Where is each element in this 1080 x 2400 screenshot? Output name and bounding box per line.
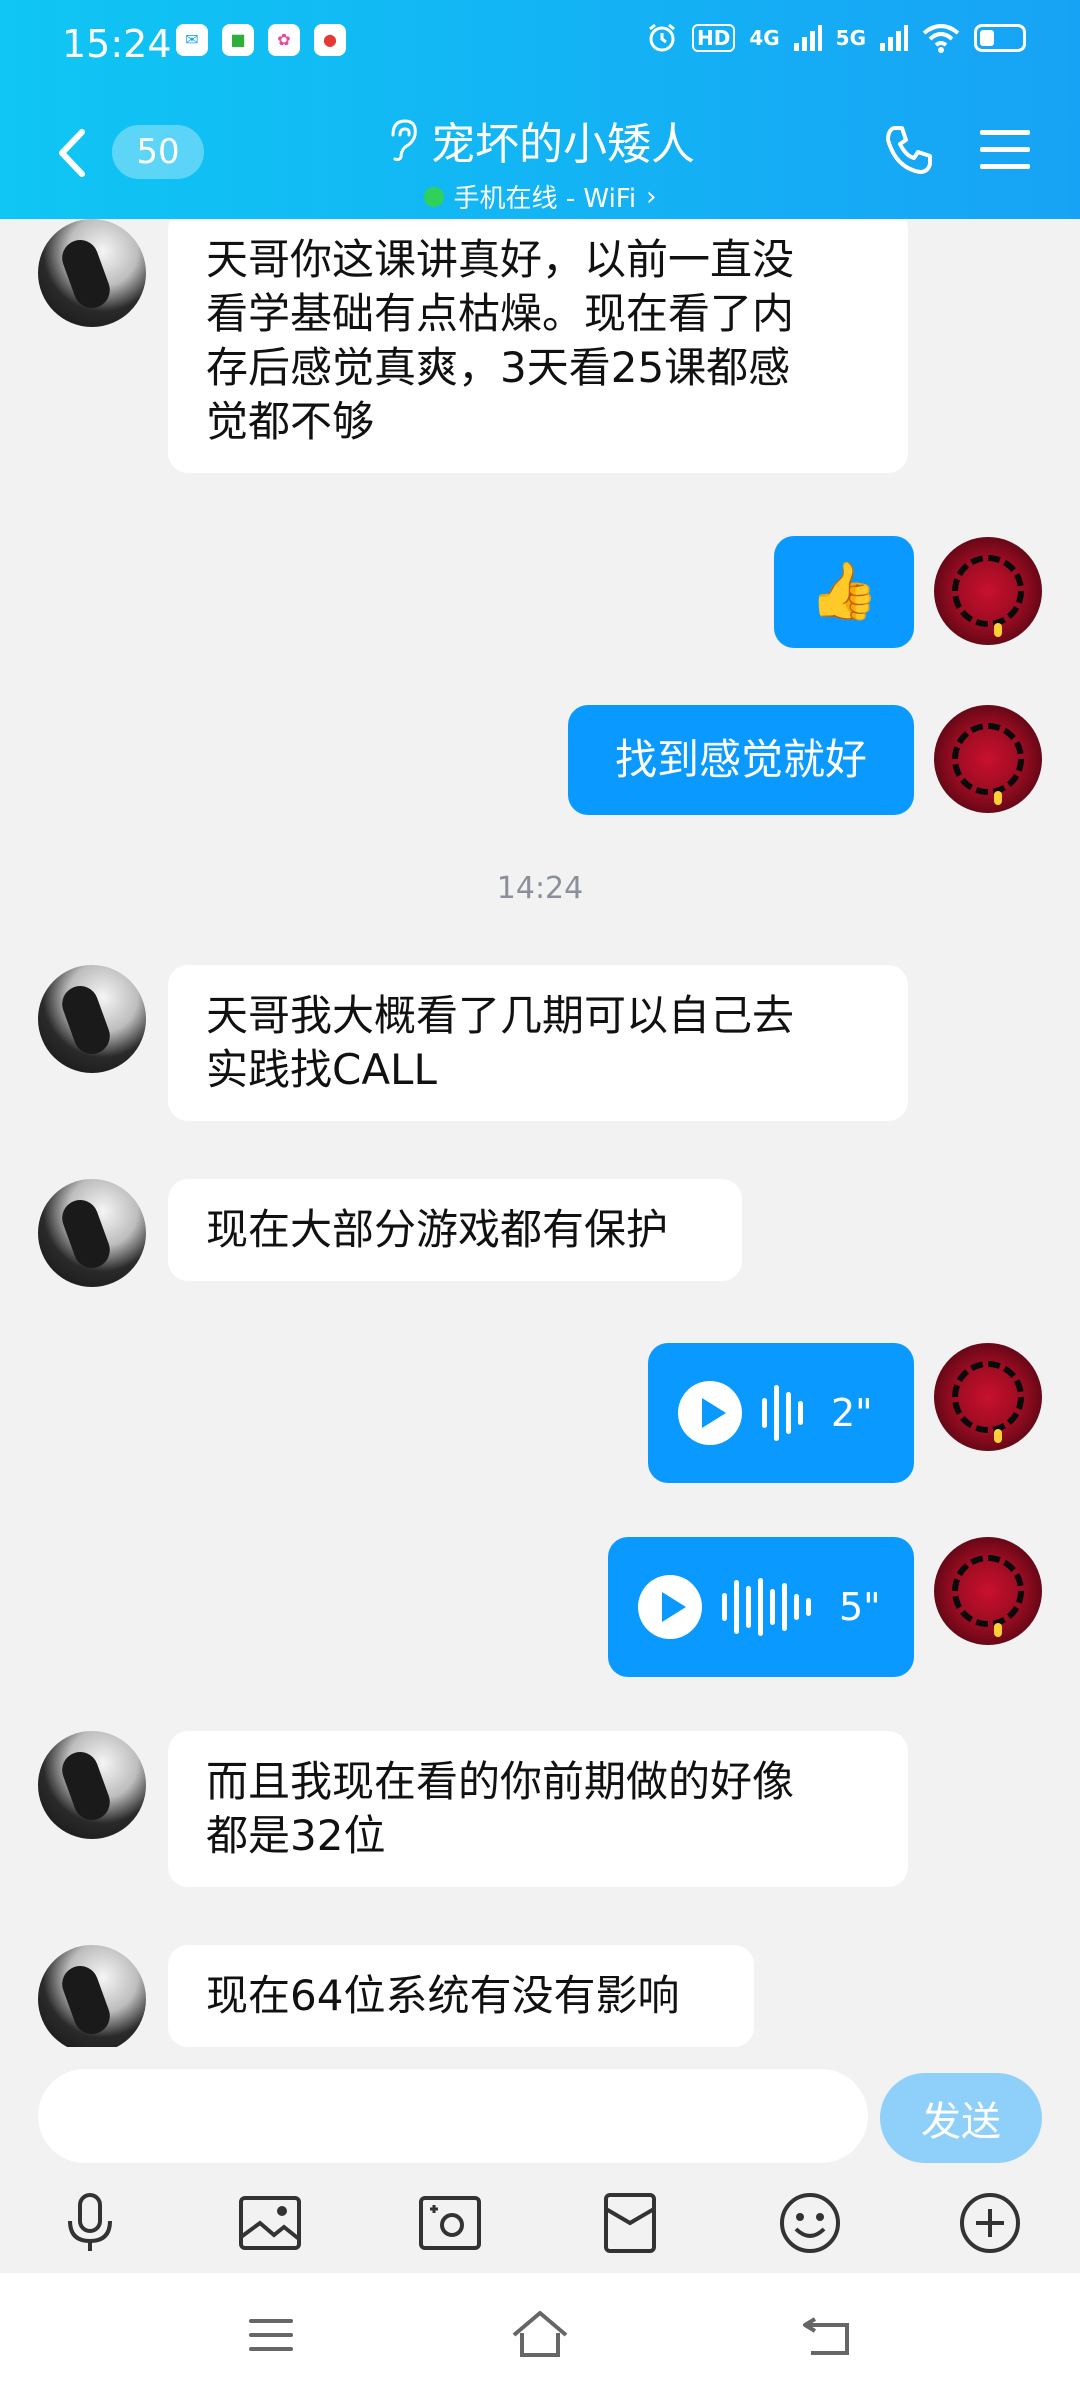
outgoing-emoji-bubble[interactable]: 👍 — [774, 536, 914, 648]
status-time: 15:24 — [62, 22, 172, 66]
photo-icon[interactable] — [230, 2183, 310, 2263]
message-line: 而且我现在看的你前期做的好像 — [206, 1757, 795, 1806]
system-icons: HD 4G 5G — [646, 22, 1026, 54]
alarm-icon — [649, 23, 675, 52]
my-avatar[interactable] — [934, 1343, 1042, 1451]
home-icon[interactable] — [505, 2303, 575, 2367]
plus-icon[interactable] — [950, 2183, 1030, 2263]
contact-name: 宠坏的小矮人 — [431, 119, 695, 170]
contact-avatar[interactable] — [38, 1731, 146, 1839]
online-indicator-dot — [423, 186, 444, 207]
contact-avatar[interactable] — [38, 219, 146, 327]
composer-toolbar — [0, 2183, 1080, 2263]
voice-message-bubble[interactable]: 2" — [648, 1343, 914, 1483]
chevron-right-icon: › — [646, 181, 657, 212]
title-row: 宠坏的小矮人 — [300, 108, 780, 172]
notification-icons: ✉ ■ ✿ ● — [176, 24, 346, 56]
my-avatar[interactable] — [934, 705, 1042, 813]
waveform-icon — [762, 1385, 803, 1441]
message-line: 天哥你这课讲真好，以前一直没 — [206, 235, 795, 284]
message-line: 都是32位 — [206, 1811, 386, 1860]
microphone-icon[interactable] — [50, 2183, 130, 2263]
message-text: 找到感觉就好 — [614, 735, 867, 784]
message-line: 实践找CALL — [206, 1045, 437, 1094]
back-icon[interactable] — [792, 2303, 862, 2367]
voice-duration: 2" — [831, 1391, 873, 1435]
contact-avatar[interactable] — [38, 965, 146, 1073]
header: 15:24 ✉ ■ ✿ ● HD 4G 5G 50 宠坏的小矮人 手机在线 - … — [0, 0, 1080, 219]
message-line: 觉都不够 — [206, 397, 375, 446]
signal-icon — [793, 25, 822, 51]
composer: 发送 — [0, 2047, 1080, 2273]
recents-menu-icon[interactable] — [236, 2303, 306, 2367]
voice-message-bubble[interactable]: 5" — [608, 1537, 914, 1677]
menu-icon[interactable] — [978, 126, 1032, 174]
thumbs-up-emoji: 👍 — [809, 559, 879, 624]
back-arrow-icon[interactable] — [52, 128, 92, 178]
incoming-message-bubble[interactable]: 天哥我大概看了几期可以自己去 实践找CALL — [168, 965, 908, 1121]
game-notification-icon: ✿ — [268, 24, 300, 56]
network-4g-label: 4G — [749, 26, 780, 50]
phone-call-icon[interactable] — [880, 122, 936, 178]
app-notification-icon: ■ — [222, 24, 254, 56]
message-line: 天哥我大概看了几期可以自己去 — [206, 991, 795, 1040]
signal-icon — [880, 25, 908, 51]
chat-screen: 15:24 ✉ ■ ✿ ● HD 4G 5G 50 宠坏的小矮人 手机在线 - … — [0, 0, 1080, 2400]
wifi-icon — [922, 24, 960, 53]
message-line: 现在64位系统有没有影响 — [206, 1971, 680, 2020]
hd-indicator: HD — [691, 24, 736, 52]
my-avatar[interactable] — [934, 537, 1042, 645]
online-status-row: 手机在线 - WiFi › — [300, 178, 780, 215]
play-icon[interactable] — [638, 1575, 702, 1639]
message-line: 现在大部分游戏都有保护 — [206, 1205, 669, 1254]
contact-avatar[interactable] — [38, 1945, 146, 2047]
contact-avatar[interactable] — [38, 1179, 146, 1287]
waveform-icon — [722, 1578, 811, 1636]
my-avatar[interactable] — [934, 1537, 1042, 1645]
camera-icon[interactable] — [410, 2183, 490, 2263]
incoming-message-bubble[interactable]: 天哥你这课讲真好，以前一直没 看学基础有点枯燥。现在看了内 存后感觉真爽，3天看… — [168, 219, 908, 473]
network-5g-label: 5G — [835, 26, 866, 50]
battery-icon — [974, 24, 1026, 52]
message-timestamp: 14:24 — [496, 871, 584, 906]
chat-title[interactable]: 宠坏的小矮人 手机在线 - WiFi › — [300, 108, 780, 215]
ear-icon — [391, 119, 417, 162]
incoming-message-bubble[interactable]: 现在64位系统有没有影响 — [168, 1945, 754, 2047]
message-input[interactable] — [38, 2069, 868, 2163]
play-icon[interactable] — [678, 1381, 742, 1445]
unread-count-badge[interactable]: 50 — [112, 125, 204, 179]
incoming-message-bubble[interactable]: 现在大部分游戏都有保护 — [168, 1179, 742, 1281]
red-packet-icon[interactable] — [590, 2183, 670, 2263]
incoming-message-bubble[interactable]: 而且我现在看的你前期做的好像 都是32位 — [168, 1731, 908, 1887]
message-line: 看学基础有点枯燥。现在看了内 — [206, 289, 795, 338]
message-list[interactable]: 天哥你这课讲真好，以前一直没 看学基础有点枯燥。现在看了内 存后感觉真爽，3天看… — [0, 219, 1080, 2047]
message-line: 存后感觉真爽，3天看25课都感 — [206, 343, 791, 392]
online-status-text: 手机在线 - WiFi — [453, 184, 637, 214]
mail-notification-icon: ✉ — [176, 24, 208, 56]
battery-level — [980, 30, 994, 46]
voice-duration: 5" — [839, 1585, 881, 1629]
outgoing-message-bubble[interactable]: 找到感觉就好 — [568, 705, 914, 815]
map-notification-icon: ● — [314, 24, 346, 56]
emoji-icon[interactable] — [770, 2183, 850, 2263]
system-navigation-bar — [0, 2273, 1080, 2400]
send-button[interactable]: 发送 — [880, 2073, 1042, 2163]
